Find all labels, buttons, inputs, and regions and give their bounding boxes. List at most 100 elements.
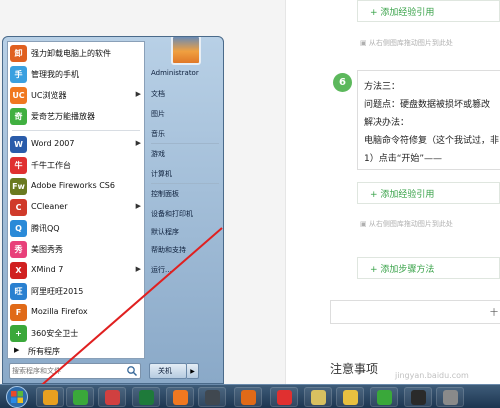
taskbar-app-notes-icon[interactable] [304, 387, 332, 407]
program-item[interactable]: X XMind 7 ▶ [8, 261, 144, 282]
drag-image-note-2: ▣ 从右侧图库拖动图片到此处 [360, 220, 453, 228]
submenu-arrow-icon[interactable]: ▶ [136, 139, 141, 147]
meitu-icon: 秀 [10, 241, 27, 258]
taskbar-app-glyph [241, 390, 256, 405]
taskbar-app-glyph [173, 390, 188, 405]
default-programs-item[interactable]: 默认程序 [149, 225, 223, 241]
control-panel-item[interactable]: 控制面板 [149, 187, 223, 203]
taskbar-app-glyph [377, 390, 392, 405]
phone-manager-icon: 手 [10, 66, 27, 83]
documents-item[interactable]: 文档 [149, 87, 223, 103]
program-item-label: 360安全卫士 [31, 329, 79, 338]
program-item-label: 千牛工作台 [31, 161, 71, 170]
run-item[interactable]: 运行... [149, 263, 223, 279]
user-avatar[interactable] [171, 37, 201, 65]
program-item-label: 强力卸载电脑上的软件 [31, 49, 111, 58]
uninstaller-icon: 卸 [10, 45, 27, 62]
program-item[interactable]: W Word 2007 ▶ [8, 135, 144, 156]
shutdown-options-arrow-icon[interactable]: ▶ [187, 363, 199, 379]
program-item[interactable]: 旺阿里旺旺2015 [8, 282, 144, 303]
add-reference-button-1[interactable]: + 添加经验引用 [357, 0, 500, 22]
step-number-badge: 6 [333, 73, 352, 92]
step-content-box[interactable]: 方法三： 问题点：硬盘数据被损坏或篡改 解决办法： 电脑命令符修复（这个我试过，… [357, 70, 500, 170]
program-item[interactable]: F Mozilla Firefox [8, 303, 144, 324]
music-item[interactable]: 音乐 [149, 127, 223, 143]
program-item[interactable]: 卸强力卸载电脑上的软件 [8, 44, 144, 65]
ccleaner-icon: C [10, 199, 27, 216]
program-item[interactable]: 奇爱奇艺万能播放器 [8, 107, 144, 128]
step-line-1: 方法三： [364, 82, 401, 92]
uc-browser-icon: UC [10, 87, 27, 104]
games-item[interactable]: 游戏 [149, 147, 223, 163]
search-icon[interactable] [126, 365, 138, 377]
program-item[interactable]: +360安全卫士 [8, 324, 144, 345]
program-item[interactable]: 手管理我的手机 [8, 65, 144, 86]
add-box-label: 十 [490, 308, 498, 317]
all-programs-label: 所有程序 [28, 347, 60, 356]
start-menu: ▶ 所有程序 卸强力卸载电脑上的软件手管理我的手机 UC UC浏览器 ▶ 奇爱奇艺万能播… [2, 36, 224, 384]
step-line-4: 电脑命令符修复（这个我试过，非 [364, 136, 500, 146]
devices-printers-item[interactable]: 设备和打印机 [149, 207, 223, 223]
add-reference-label-2: + 添加经验引用 [370, 190, 435, 200]
submenu-arrow-icon[interactable]: ▶ [136, 90, 141, 98]
taskbar-app-glyph [73, 390, 88, 405]
taskbar-app-media-icon[interactable] [198, 387, 226, 407]
taskbar-app-glyph [311, 390, 326, 405]
program-item[interactable]: 牛千牛工作台 [8, 156, 144, 177]
taskbar-app-uc-icon[interactable] [166, 387, 194, 407]
taskbar-app-glyph [411, 390, 426, 405]
aliwangwang-icon: 旺 [10, 283, 27, 300]
start-button[interactable] [4, 385, 30, 408]
taskbar-app-green-icon[interactable] [66, 387, 94, 407]
taskbar-app-glyph [43, 390, 58, 405]
notes-title: 注意事项 [330, 362, 379, 376]
user-name-item[interactable]: Administrator [149, 67, 223, 83]
firefox-icon: F [10, 304, 27, 321]
program-item-label: Word 2007 [31, 139, 75, 148]
taskbar [0, 384, 500, 408]
taskbar-app-window-icon[interactable] [404, 387, 432, 407]
add-step-button[interactable]: + 添加步骤方法 [357, 257, 500, 279]
qq-icon: Q [10, 220, 27, 237]
program-item[interactable]: C CCleaner ▶ [8, 198, 144, 219]
taskbar-app-photo-icon[interactable] [436, 387, 464, 407]
taskbar-app-pinwheel-icon[interactable] [36, 387, 64, 407]
iqiyi-player-icon: 奇 [10, 108, 27, 125]
taskbar-app-glyph [105, 390, 120, 405]
right-pane-separator-2 [151, 183, 219, 184]
taskbar-app-qianniu-icon[interactable] [270, 387, 298, 407]
xmind-icon: X [10, 262, 27, 279]
taskbar-app-glyph [277, 390, 292, 405]
help-support-item[interactable]: 帮助和支持 [149, 243, 223, 259]
search-box[interactable] [9, 363, 141, 379]
taskbar-app-ball-icon[interactable] [98, 387, 126, 407]
program-item-label: 美图秀秀 [31, 245, 63, 254]
search-input[interactable] [12, 365, 122, 377]
program-item-label: 爱奇艺万能播放器 [31, 112, 95, 121]
right-pane-separator-1 [151, 143, 219, 144]
program-item[interactable]: 秀美图秀秀 [8, 240, 144, 261]
add-reference-button-2[interactable]: + 添加经验引用 [357, 182, 500, 204]
shutdown-button[interactable]: 关机 [149, 363, 187, 379]
pictures-item[interactable]: 图片 [149, 107, 223, 123]
taskbar-app-explorer-icon[interactable] [336, 387, 364, 407]
taskbar-app-glyph [139, 390, 154, 405]
taskbar-app-excel-icon[interactable] [132, 387, 160, 407]
program-item[interactable]: Fw Adobe Fireworks CS6 [8, 177, 144, 198]
taskbar-app-360-icon[interactable] [370, 387, 398, 407]
program-list: ▶ 所有程序 卸强力卸载电脑上的软件手管理我的手机 UC UC浏览器 ▶ 奇爱奇艺万能播… [7, 41, 145, 359]
step-line-2: 问题点：硬盘数据被损坏或篡改 [364, 100, 491, 110]
computer-item[interactable]: 计算机 [149, 167, 223, 183]
submenu-arrow-icon[interactable]: ▶ [136, 202, 141, 210]
add-reference-label-1: + 添加经验引用 [370, 8, 435, 18]
add-box[interactable]: 十 [330, 300, 500, 324]
taskbar-app-firefox-icon[interactable] [234, 387, 262, 407]
program-item[interactable]: Q 腾讯QQ [8, 219, 144, 240]
qianniu-icon: 牛 [10, 157, 27, 174]
program-list-separator [12, 130, 140, 131]
program-item[interactable]: UC UC浏览器 ▶ [8, 86, 144, 107]
step-line-5: 1）点击“开始”—— [364, 154, 443, 164]
submenu-arrow-icon[interactable]: ▶ [136, 265, 141, 273]
all-programs-button[interactable]: ▶ 所有程序 [12, 344, 142, 360]
start-menu-right-pane: Administrator 文档 图片 音乐 游戏 计算机 控制面板 设备和打印… [145, 37, 223, 383]
